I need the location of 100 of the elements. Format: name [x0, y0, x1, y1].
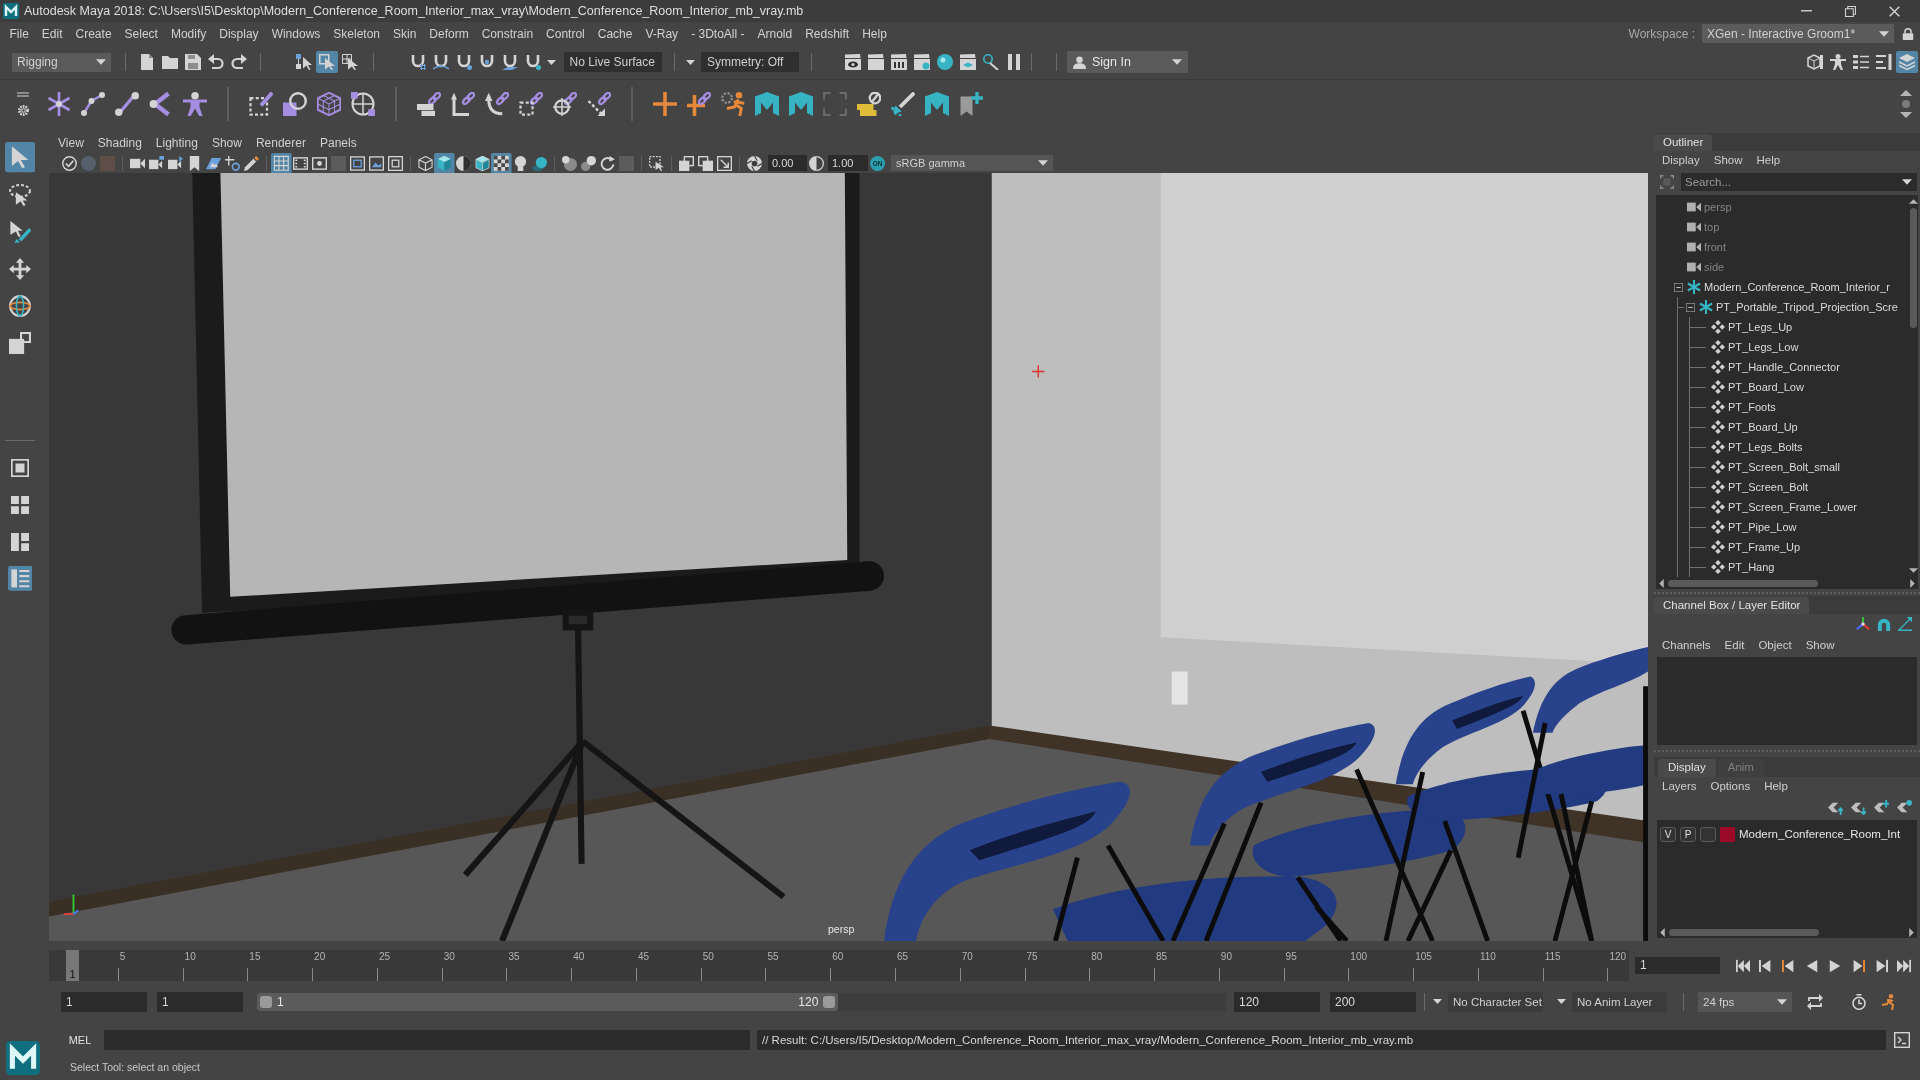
playback-end-field[interactable]: 120: [1234, 991, 1320, 1012]
current-frame-marker[interactable]: 1: [66, 950, 79, 981]
nested-frame-icon[interactable]: [350, 155, 365, 171]
close-icon[interactable]: [1889, 5, 1900, 17]
swatch-icon[interactable]: [1720, 826, 1735, 842]
tree-item[interactable]: PT_Screen_Bolt: [1728, 481, 1809, 493]
stacked-tiles-icon[interactable]: [857, 91, 881, 116]
menu-item[interactable]: V-Ray: [638, 24, 685, 43]
symmetry-field[interactable]: Symmetry: Off: [701, 52, 799, 72]
step-back-frame-icon[interactable]: [1758, 958, 1773, 973]
bone-icon[interactable]: [115, 91, 139, 116]
fps-dropdown[interactable]: 24 fps: [1698, 991, 1792, 1012]
nested-squares-icon[interactable]: [388, 155, 403, 171]
menu-item[interactable]: Object: [1758, 639, 1792, 651]
menu-item[interactable]: Windows: [265, 24, 327, 43]
scale-box-icon[interactable]: [9, 331, 31, 354]
tree-item[interactable]: PT_Pipe_Low: [1728, 521, 1797, 533]
clapper-bars-icon[interactable]: [890, 54, 907, 70]
lock-icon[interactable]: [1902, 26, 1914, 41]
menu-item[interactable]: Shading: [97, 136, 142, 150]
list-pane-icon[interactable]: [7, 566, 33, 591]
caret-icon[interactable]: [1557, 999, 1566, 1004]
stopwatch-icon[interactable]: [1851, 993, 1867, 1010]
peaks-icon[interactable]: [925, 91, 949, 116]
tree-item[interactable]: PT_Handle_Connector: [1728, 361, 1840, 373]
skip-to-end-icon[interactable]: [1896, 958, 1911, 973]
undo-icon[interactable]: [207, 54, 224, 70]
menu-item[interactable]: Panels: [319, 136, 357, 150]
arch-icon[interactable]: [1877, 617, 1891, 631]
menu-item[interactable]: Display: [212, 24, 266, 43]
camera-square-icon[interactable]: [149, 155, 164, 171]
menu-item[interactable]: Select: [118, 24, 165, 43]
image-plane-icon[interactable]: [206, 155, 221, 171]
sphere-cube-icon[interactable]: [283, 91, 307, 116]
layer-editor-tab[interactable]: Display: [1658, 759, 1716, 777]
tree-item[interactable]: persp: [1704, 201, 1732, 213]
pencil-icon[interactable]: [244, 155, 259, 171]
square-arrow-icon[interactable]: [717, 155, 732, 171]
cross-link-icon[interactable]: [687, 91, 711, 116]
link-square-icon[interactable]: [519, 91, 543, 116]
grid-magnet-icon[interactable]: [409, 54, 426, 70]
scroll-up-icon[interactable]: [1900, 89, 1912, 96]
folder-icon[interactable]: [161, 54, 178, 70]
play-forward-icon[interactable]: [1827, 958, 1842, 973]
shaded-cube-icon[interactable]: [434, 152, 455, 174]
center-magnet-icon[interactable]: [478, 54, 495, 70]
tree-item[interactable]: PT_Hang: [1728, 561, 1775, 573]
menu-item[interactable]: Redshift: [798, 24, 856, 43]
rotate-sphere-icon[interactable]: [9, 294, 31, 317]
menu-item[interactable]: Renderer: [255, 136, 306, 150]
blank-toggle[interactable]: [1700, 826, 1716, 842]
overlap-squares-icon[interactable]: [679, 155, 694, 171]
clapper-icon[interactable]: [867, 54, 884, 70]
circular-arrow-icon[interactable]: [600, 155, 615, 171]
current-frame-field[interactable]: 1: [1635, 957, 1720, 974]
layer-name[interactable]: Modern_Conference_Room_Int: [1739, 828, 1901, 840]
character-set-dropdown[interactable]: No Character Set: [1448, 991, 1543, 1012]
sign-in-button[interactable]: Sign In: [1067, 51, 1188, 73]
bent-bone-icon[interactable]: [149, 91, 173, 116]
exposure-field[interactable]: 0.00: [768, 155, 807, 171]
workspace-dropdown[interactable]: XGen - Interactive Groom1*: [1702, 24, 1894, 43]
running-figure-icon[interactable]: [1880, 993, 1896, 1010]
curve-magnet-icon[interactable]: [432, 54, 449, 70]
human-figure-icon[interactable]: [183, 91, 207, 116]
tree-item[interactable]: front: [1704, 241, 1726, 253]
camera-triangle-icon[interactable]: [168, 155, 183, 171]
menu-set-dropdown[interactable]: Rigging: [12, 52, 111, 72]
menu-item[interactable]: - 3DtoAll -: [684, 24, 751, 43]
collapse-icon[interactable]: [1673, 282, 1683, 292]
cursor-hierarchy-icon[interactable]: [295, 54, 312, 70]
tree-item[interactable]: top: [1704, 221, 1720, 233]
playback-toggle[interactable]: P: [1680, 826, 1696, 842]
cursor-grid-icon[interactable]: [341, 54, 358, 70]
menu-item[interactable]: Help: [1764, 780, 1788, 792]
tree-item[interactable]: Modern_Conference_Room_Interior_r: [1704, 281, 1890, 293]
wireframe-cube-icon[interactable]: [418, 155, 433, 171]
tree-item[interactable]: side: [1704, 261, 1725, 273]
scroll-down-icon[interactable]: [1908, 568, 1918, 573]
color-space-dropdown[interactable]: sRGB gamma: [891, 155, 1053, 171]
live-surface-field[interactable]: No Live Surface: [563, 52, 662, 72]
brush-cursor-icon[interactable]: [9, 220, 31, 243]
menu-item[interactable]: Lighting: [155, 136, 198, 150]
cross-icon[interactable]: [653, 91, 677, 116]
plus-circle-icon[interactable]: [225, 155, 240, 171]
menu-item[interactable]: Modify: [164, 24, 213, 43]
wire-shaded-cube-icon[interactable]: [475, 155, 490, 171]
menu-item[interactable]: Channels: [1662, 639, 1711, 651]
overlapping-circles-icon[interactable]: [562, 155, 577, 171]
scrollbar-thumb[interactable]: [1668, 579, 1818, 587]
tree-item[interactable]: PT_Portable_Tripod_Projection_Scre: [1716, 301, 1898, 313]
search-field[interactable]: Search...: [1681, 173, 1917, 191]
scrollbar-thumb[interactable]: [1669, 928, 1819, 936]
visibility-toggle[interactable]: V: [1660, 826, 1676, 842]
menu-item[interactable]: Show: [1713, 154, 1743, 166]
loop-icon[interactable]: [1807, 993, 1823, 1010]
link-block-icon[interactable]: [417, 91, 441, 116]
asterisk-icon[interactable]: [47, 91, 71, 116]
cursor-icon[interactable]: [4, 142, 36, 173]
plane-magnet-icon[interactable]: [501, 54, 518, 70]
move-arrows-icon[interactable]: [9, 257, 31, 280]
